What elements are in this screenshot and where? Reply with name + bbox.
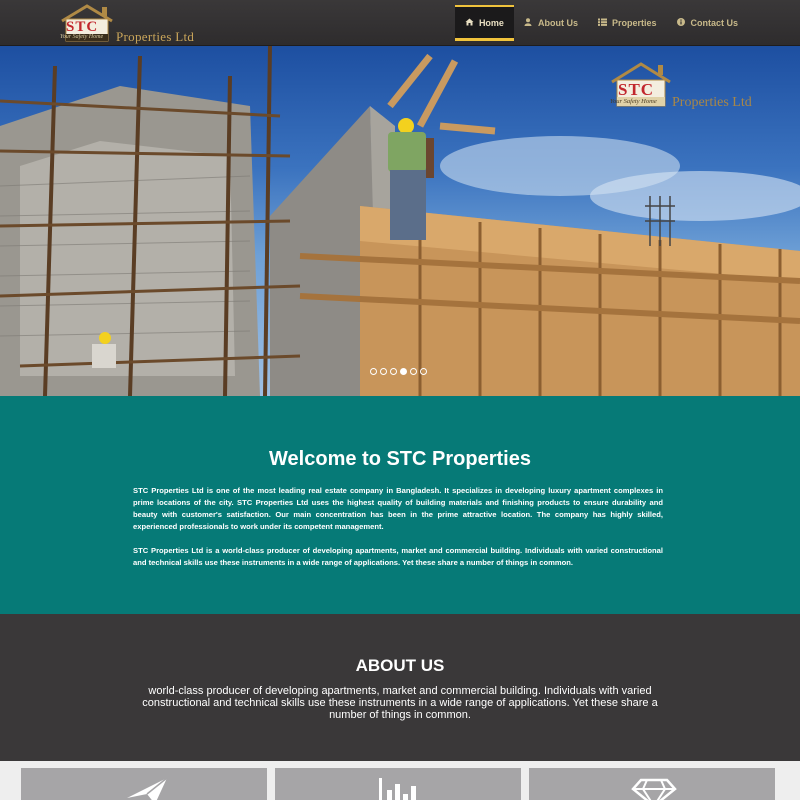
nav-item-properties[interactable]: Properties: [588, 0, 667, 46]
info-icon: [676, 18, 685, 28]
nav-item-contact[interactable]: Contact Us: [666, 0, 748, 46]
about-title: ABOUT US: [355, 656, 445, 675]
nav-label-about: About Us: [537, 18, 578, 28]
nav-label-properties: Properties: [611, 18, 657, 28]
logo-wordmark: Properties Ltd: [116, 29, 195, 44]
site-logo[interactable]: STC Your Safety Home Properties Ltd: [58, 3, 208, 44]
nav-label-contact: Contact Us: [690, 18, 738, 28]
diamond-icon: [631, 778, 677, 800]
features-section: [0, 761, 800, 800]
carousel-dot[interactable]: [370, 368, 377, 375]
carousel-dot[interactable]: [380, 368, 387, 375]
nav-label-home: Home: [478, 17, 504, 28]
about-section: ABOUT US world-class producer of develop…: [0, 614, 800, 761]
feature-card-3[interactable]: [529, 768, 775, 800]
hero-watermark-logo: STC Your Safety Home Properties Ltd: [608, 60, 768, 110]
welcome-section: Welcome to STC Properties STC Properties…: [0, 396, 800, 614]
nav-item-about[interactable]: About Us: [514, 0, 588, 46]
main-nav: Home About Us Properties Contact Us: [454, 0, 748, 46]
bar-chart-icon: [379, 778, 416, 800]
hero-carousel[interactable]: STC Your Safety Home Properties Ltd: [0, 46, 800, 396]
carousel-indicators: [370, 368, 427, 375]
navbar: STC Your Safety Home Properties Ltd Home…: [0, 0, 800, 46]
list-icon: [597, 18, 607, 28]
home-icon: [465, 18, 474, 28]
hero-logo-tagline: Your Safety Home: [610, 98, 657, 105]
paper-plane-icon: [127, 777, 168, 800]
carousel-dot-active[interactable]: [400, 368, 407, 375]
logo-tagline: Your Safety Home: [60, 34, 104, 40]
user-icon: [524, 18, 533, 28]
welcome-title: Welcome to STC Properties: [269, 448, 531, 470]
hero-logo-wordmark: Properties Ltd: [672, 95, 752, 110]
feature-card-2[interactable]: [275, 768, 521, 800]
welcome-paragraph-2: STC Properties Ltd is a world-class prod…: [133, 546, 663, 567]
welcome-paragraph-1: STC Properties Ltd is one of the most le…: [133, 486, 663, 531]
carousel-dot[interactable]: [410, 368, 417, 375]
about-text: world-class producer of developing apart…: [142, 685, 658, 721]
carousel-dot[interactable]: [390, 368, 397, 375]
hero-logo-initials: STC: [618, 80, 655, 99]
feature-card-1[interactable]: [21, 768, 267, 800]
nav-item-home[interactable]: Home: [454, 5, 514, 41]
carousel-dot[interactable]: [420, 368, 427, 375]
